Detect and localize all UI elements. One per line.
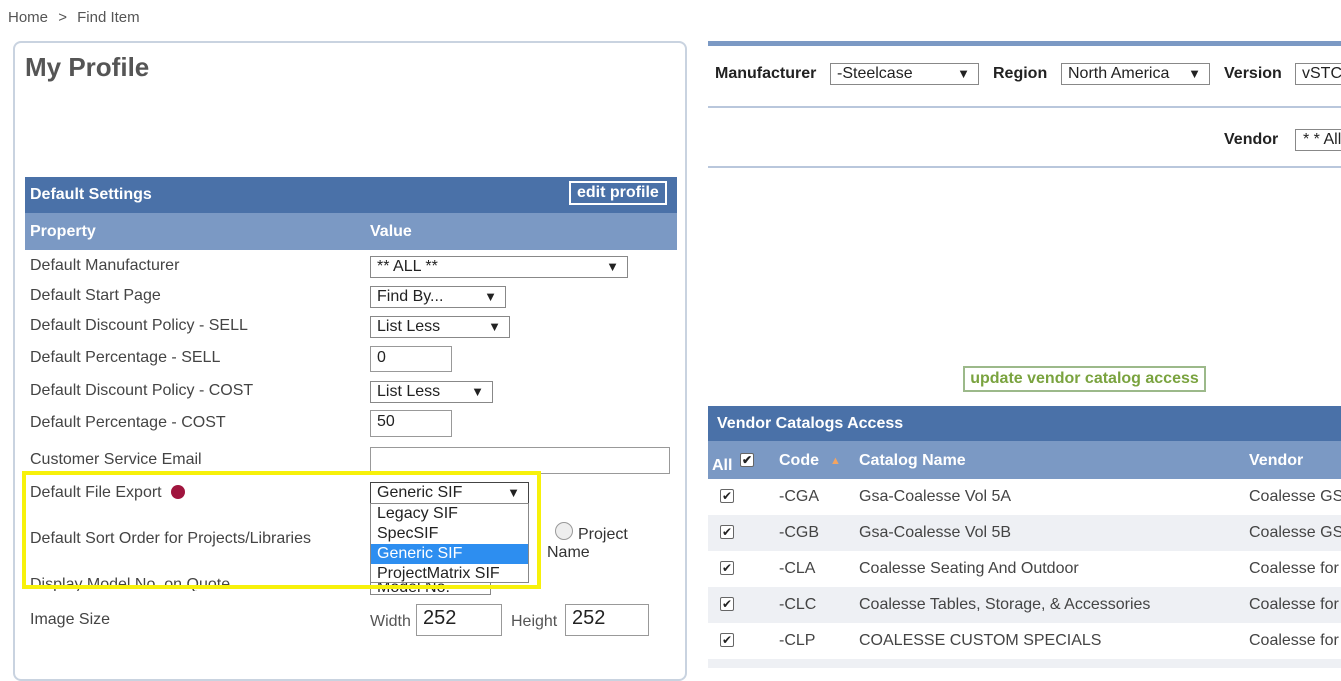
discount-cost-select[interactable]: List Less ▼ — [370, 381, 493, 403]
version-filter-label: Version — [1224, 65, 1282, 82]
edit-profile-button[interactable]: edit profile — [569, 181, 667, 205]
region-filter-select[interactable]: North America ▼ — [1061, 63, 1210, 85]
chevron-down-icon: ▼ — [488, 319, 501, 334]
row-catalog-name: COALESSE CUSTOM SPECIALS — [859, 632, 1102, 649]
row-checkbox[interactable]: ✔ — [720, 633, 734, 647]
row-vendor: Coalesse GS — [1249, 488, 1341, 505]
image-size-label: Image Size — [30, 611, 111, 628]
row-code: -CLP — [779, 632, 816, 649]
row-vendor: Coalesse for — [1249, 560, 1339, 577]
row-catalog-name: Gsa-Coalesse Vol 5A — [859, 488, 1012, 505]
row-vendor: Coalesse for — [1249, 632, 1339, 649]
manufacturer-filter-label: Manufacturer — [715, 65, 817, 82]
default-start-page-label: Default Start Page — [30, 287, 161, 304]
percent-cost-input[interactable]: 50 — [370, 410, 452, 437]
default-settings-header: Default Settings edit profile — [25, 177, 677, 213]
breadcrumb-current: Find Item — [77, 9, 140, 26]
vendor-filter-label: Vendor — [1224, 131, 1279, 148]
chevron-down-icon: ▼ — [1188, 66, 1201, 81]
cs-email-label: Customer Service Email — [30, 451, 202, 468]
image-height-input[interactable]: 252 — [565, 604, 649, 636]
select-all-checkbox[interactable]: ✔ — [740, 453, 754, 467]
value-column-header: Value — [370, 223, 412, 240]
chevron-down-icon: ▼ — [606, 259, 619, 274]
vendor-filter-select[interactable]: * * All — [1295, 129, 1341, 151]
default-start-page-select[interactable]: Find By... ▼ — [370, 286, 506, 308]
default-manufacturer-select[interactable]: ** ALL ** ▼ — [370, 256, 628, 278]
page-title: My Profile — [25, 52, 150, 82]
row-code: -CLC — [779, 596, 817, 613]
row-catalog-name: Coalesse Tables, Storage, & Accessories — [859, 596, 1151, 613]
row-checkbox[interactable]: ✔ — [720, 489, 734, 503]
default-settings-title: Default Settings — [30, 186, 152, 203]
region-filter-label: Region — [993, 65, 1048, 82]
row-vendor: Coalesse GS — [1249, 524, 1341, 541]
sort-asc-icon: ▲ — [830, 455, 841, 467]
row-checkbox[interactable]: ✔ — [720, 525, 734, 539]
sort-project-name-label: Project Name — [547, 526, 628, 561]
default-manufacturer-value: ** ALL ** — [377, 258, 438, 275]
discount-cost-value: List Less — [377, 383, 441, 400]
property-column-header: Property — [30, 223, 96, 240]
default-start-page-value: Find By... — [377, 288, 444, 305]
highlight-box — [22, 471, 541, 589]
manufacturer-filter-select[interactable]: -Steelcase ▼ — [830, 63, 979, 85]
filter-top-bar — [708, 41, 1341, 46]
image-width-input[interactable]: 252 — [416, 604, 502, 636]
table-row: ✔ -CLA Coalesse Seating And Outdoor Coal… — [708, 551, 1341, 587]
discount-sell-value: List Less — [377, 318, 441, 335]
discount-sell-select[interactable]: List Less ▼ — [370, 316, 510, 338]
version-filter-value: vSTC — [1302, 65, 1341, 82]
chevron-down-icon: ▼ — [471, 384, 484, 399]
row-catalog-name: Gsa-Coalesse Vol 5B — [859, 524, 1012, 541]
row-vendor: Coalesse for — [1249, 596, 1339, 613]
vendor-catalogs-header: Vendor Catalogs Access — [708, 406, 1341, 441]
row-code: -CLA — [779, 560, 816, 577]
row-code: -CGB — [779, 524, 819, 541]
table-row: ✔ -CLP COALESSE CUSTOM SPECIALS Coalesse… — [708, 623, 1341, 659]
table-row: ✔ -CGA Gsa-Coalesse Vol 5A Coalesse GS — [708, 479, 1341, 515]
table-row: ✔ -CLC Coalesse Tables, Storage, & Acces… — [708, 587, 1341, 623]
chevron-down-icon: ▼ — [484, 289, 497, 304]
percent-sell-input[interactable]: 0 — [370, 346, 452, 372]
row-code: -CGA — [779, 488, 819, 505]
cs-email-input[interactable] — [370, 447, 670, 474]
catalogs-column-header: All ✔ Code ▲ Catalog Name Vendor — [708, 441, 1341, 479]
manufacturer-filter-value: -Steelcase — [837, 65, 913, 82]
vendor-catalogs-title: Vendor Catalogs Access — [717, 415, 904, 432]
breadcrumb: Home > Find Item — [8, 9, 146, 26]
discount-cost-label: Default Discount Policy - COST — [30, 382, 254, 399]
discount-sell-label: Default Discount Policy - SELL — [30, 317, 248, 334]
chevron-down-icon: ▼ — [957, 66, 970, 81]
col-vendor[interactable]: Vendor — [1249, 452, 1303, 470]
update-vendor-catalog-button[interactable]: update vendor catalog access — [963, 366, 1206, 392]
version-filter-select[interactable]: vSTC — [1295, 63, 1341, 85]
image-width-label: Width — [370, 613, 411, 630]
region-filter-value: North America — [1068, 65, 1170, 82]
default-manufacturer-label: Default Manufacturer — [30, 257, 180, 274]
row-catalog-name: Coalesse Seating And Outdoor — [859, 560, 1079, 577]
property-value-header: Property Value — [25, 213, 677, 250]
percent-cost-label: Default Percentage - COST — [30, 414, 226, 431]
table-row-partial — [708, 659, 1341, 668]
col-all[interactable]: All — [712, 457, 732, 475]
row-checkbox[interactable]: ✔ — [720, 597, 734, 611]
col-catalog-name[interactable]: Catalog Name — [859, 452, 966, 470]
percent-sell-label: Default Percentage - SELL — [30, 349, 221, 366]
col-code[interactable]: Code — [779, 452, 819, 470]
vendor-filter-value: * * All — [1303, 131, 1341, 148]
row-checkbox[interactable]: ✔ — [720, 561, 734, 575]
filter-divider — [708, 106, 1341, 108]
filter-divider — [708, 166, 1341, 168]
image-height-label: Height — [511, 613, 558, 630]
breadcrumb-separator: > — [58, 9, 67, 26]
table-row: ✔ -CGB Gsa-Coalesse Vol 5B Coalesse GS — [708, 515, 1341, 551]
breadcrumb-home[interactable]: Home — [8, 9, 48, 26]
